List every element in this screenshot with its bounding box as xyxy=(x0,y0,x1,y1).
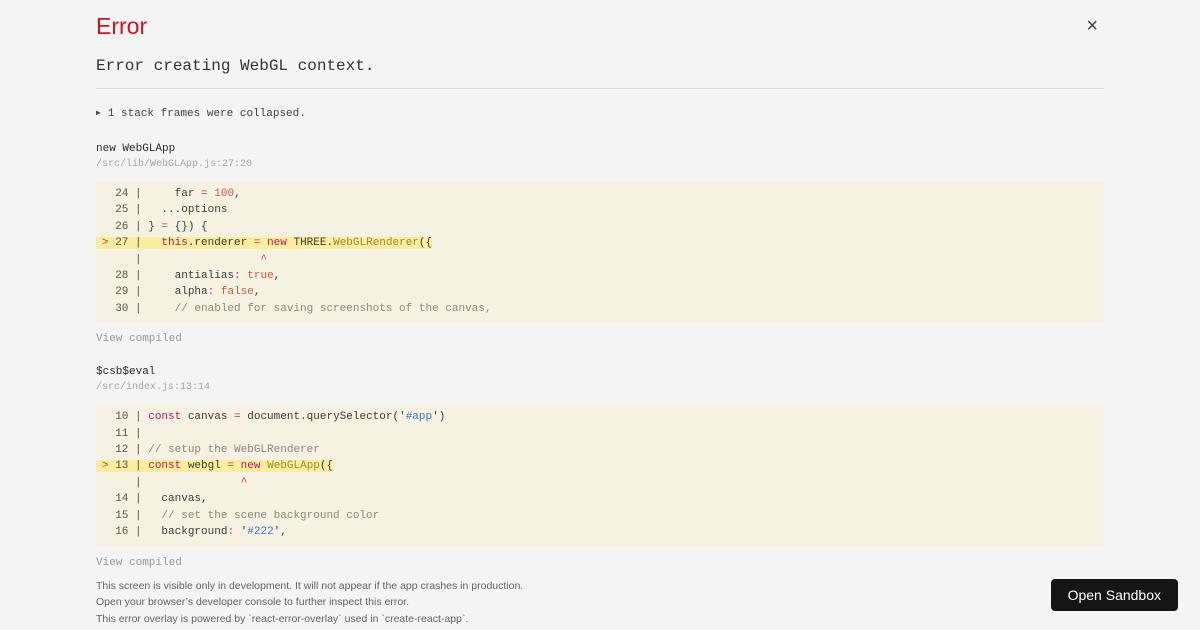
code-line: > 27 | this.renderer = new THREE.WebGLRe… xyxy=(102,237,433,250)
code-line: 29 | alpha: false, xyxy=(102,286,261,299)
dev-notes: This screen is visible only in developme… xyxy=(96,578,1104,628)
dev-note-powered-by: This error overlay is powered by `react-… xyxy=(96,612,469,625)
frame-function-name: $csb$eval xyxy=(96,366,156,379)
error-overlay: Error × Error creating WebGL context. ▶ 1… xyxy=(0,0,1200,627)
error-message: Error creating WebGL context. xyxy=(96,57,375,75)
stack-frame-2: $csb$eval /src/index.js:13:14 10 | const… xyxy=(96,365,1104,570)
code-line: 11 | xyxy=(102,427,149,440)
close-icon[interactable]: × xyxy=(1080,16,1104,36)
frame-function-name: new WebGLApp xyxy=(96,143,176,155)
code-line: 30 | // enabled for saving screenshots o… xyxy=(102,302,492,315)
view-compiled-link[interactable]: View compiled xyxy=(96,331,182,347)
page-title: Error xyxy=(96,13,148,39)
divider xyxy=(96,88,1104,89)
code-line: | ^ xyxy=(102,253,268,266)
collapse-label: 1 stack frames were collapsed. xyxy=(107,108,306,120)
code-block: 24 | far = 100, 25 | ...options 26 | } =… xyxy=(96,181,1104,324)
dev-note-console: Open your browser’s developer console to… xyxy=(96,596,410,608)
code-line: 16 | background: '#222', xyxy=(102,526,287,539)
open-sandbox-button[interactable]: Open Sandbox xyxy=(1050,579,1178,611)
frame-location: /src/lib/WebGLApp.js:27:20 xyxy=(96,159,253,170)
frame-location: /src/index.js:13:14 xyxy=(96,382,211,394)
code-line: 25 | ...options xyxy=(102,204,228,217)
view-compiled-link[interactable]: View compiled xyxy=(96,555,182,571)
collapse-toggle[interactable]: ▶ 1 stack frames were collapsed. xyxy=(96,106,1104,122)
code-line: 12 | // setup the WebGLRenderer xyxy=(102,444,320,457)
stack-frame-1: new WebGLApp /src/lib/WebGLApp.js:27:20 … xyxy=(96,142,1104,347)
code-line: > 13 | const webgl = new WebGLApp({ xyxy=(102,460,334,473)
overlay-header: Error × xyxy=(96,12,1104,40)
code-line: 26 | } = {}) { xyxy=(102,220,208,233)
code-line: 14 | canvas, xyxy=(102,493,208,506)
dev-note-development-only: This screen is visible only in developme… xyxy=(96,579,524,592)
collapse-arrow-icon: ▶ xyxy=(96,109,101,118)
code-line: 15 | // set the scene background color xyxy=(102,509,380,522)
code-line: | ^ xyxy=(102,476,248,489)
code-line: 10 | const canvas = document.querySelect… xyxy=(102,411,446,424)
code-line: 28 | antialias: true, xyxy=(102,270,281,283)
code-line: 24 | far = 100, xyxy=(102,188,241,200)
code-block: 10 | const canvas = document.querySelect… xyxy=(96,404,1104,547)
